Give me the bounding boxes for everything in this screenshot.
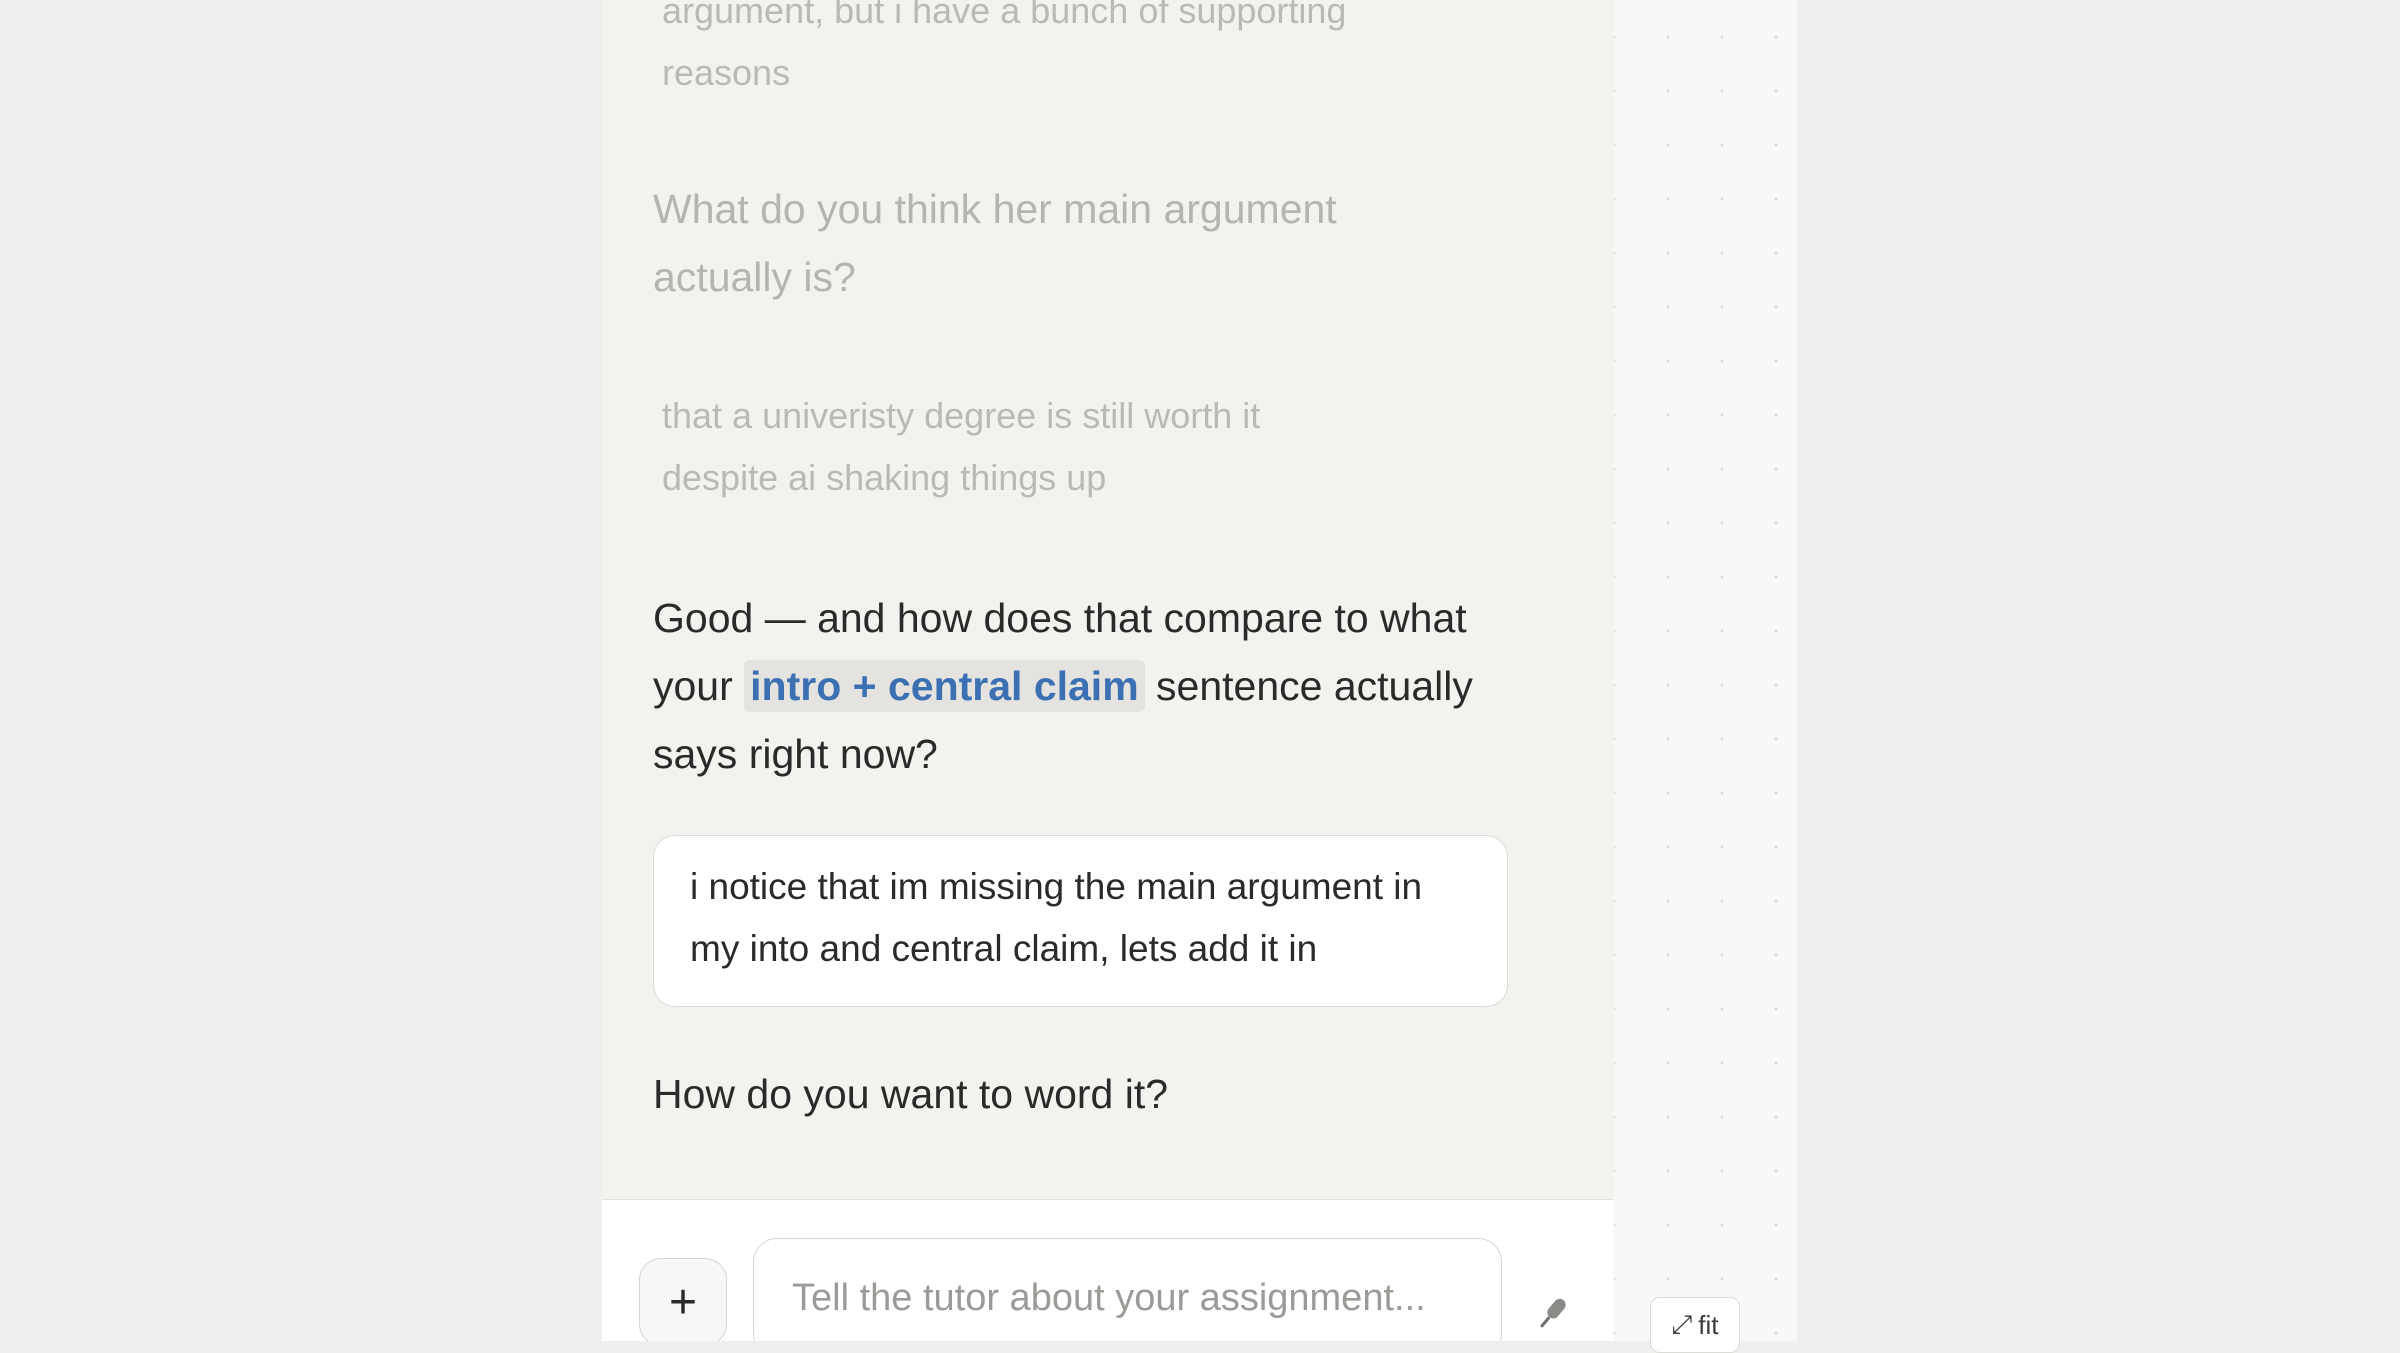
student-message-text: i notice that im missing the main argume… <box>690 866 1423 969</box>
fit-to-view-button[interactable]: ⤢ fit <box>1650 1297 1740 1353</box>
section-reference-chip[interactable]: intro + central claim <box>744 660 1145 712</box>
tutor-question: How do you want to word it? <box>653 1071 1169 1117</box>
right-background <box>1797 0 2400 1341</box>
fit-label: fit <box>1698 1309 1719 1340</box>
message-input[interactable] <box>753 1238 1502 1341</box>
chat-panel: argument, but i have a bunch of supporti… <box>602 0 1615 1341</box>
canvas-panel[interactable]: ⤢ fit <box>1614 0 1797 1353</box>
message-composer: + <box>602 1199 1614 1341</box>
expand-arrows-icon: ⤢ <box>1671 1309 1693 1339</box>
past-student-message: argument, but i have a bunch of supporti… <box>662 0 1347 93</box>
microphone-icon[interactable] <box>1530 1292 1574 1336</box>
past-student-message: that a univeristy degree is still worth … <box>662 395 1261 498</box>
left-background <box>0 0 602 1341</box>
add-attachment-button[interactable]: + <box>639 1258 727 1341</box>
tutor-message: Good — and how does that compare to what… <box>653 584 1523 788</box>
student-message-bubble: i notice that im missing the main argume… <box>653 835 1508 1007</box>
past-tutor-message: What do you think her main argument actu… <box>653 186 1337 300</box>
